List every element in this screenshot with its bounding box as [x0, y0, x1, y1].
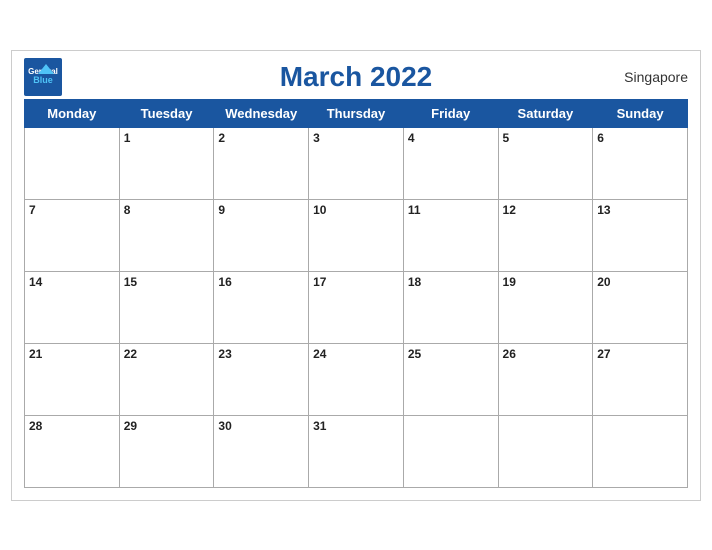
- day-number: 9: [218, 203, 225, 217]
- calendar-cell: 28: [25, 415, 120, 487]
- calendar-cell: 17: [309, 271, 404, 343]
- day-number: 29: [124, 419, 137, 433]
- calendar-cell: 6: [593, 127, 688, 199]
- day-number: 19: [503, 275, 516, 289]
- day-number: 17: [313, 275, 326, 289]
- calendar-cell: 1: [119, 127, 214, 199]
- day-number: 27: [597, 347, 610, 361]
- calendar-body: 1234567891011121314151617181920212223242…: [25, 127, 688, 487]
- calendar-cell: 7: [25, 199, 120, 271]
- calendar-cell: 20: [593, 271, 688, 343]
- day-number: 23: [218, 347, 231, 361]
- calendar-thead: Monday Tuesday Wednesday Thursday Friday…: [25, 99, 688, 127]
- day-number: 5: [503, 131, 510, 145]
- day-number: 21: [29, 347, 42, 361]
- day-number: 14: [29, 275, 42, 289]
- day-number: 12: [503, 203, 516, 217]
- col-saturday: Saturday: [498, 99, 593, 127]
- week-row-1: 7 8 9 10 11 12 13: [25, 199, 688, 271]
- header-row: Monday Tuesday Wednesday Thursday Friday…: [25, 99, 688, 127]
- day-number: 11: [408, 203, 421, 217]
- day-number: 31: [313, 419, 326, 433]
- calendar-cell: 9: [214, 199, 309, 271]
- calendar-cell: 29: [119, 415, 214, 487]
- col-sunday: Sunday: [593, 99, 688, 127]
- calendar-cell: [593, 415, 688, 487]
- calendar-cell: 24: [309, 343, 404, 415]
- col-friday: Friday: [403, 99, 498, 127]
- calendar-title: March 2022: [280, 61, 433, 93]
- calendar-cell: [403, 415, 498, 487]
- calendar-cell: 14: [25, 271, 120, 343]
- day-number: 15: [124, 275, 137, 289]
- logo-triangle-icon: [38, 64, 54, 74]
- week-row-2: 14 15 16 17 18 19 20: [25, 271, 688, 343]
- day-number: 16: [218, 275, 231, 289]
- calendar-cell: 13: [593, 199, 688, 271]
- day-number: 3: [313, 131, 320, 145]
- calendar-cell: [498, 415, 593, 487]
- day-number: 13: [597, 203, 610, 217]
- day-number: 1: [124, 131, 131, 145]
- week-row-4: 28 29 30 31: [25, 415, 688, 487]
- calendar-cell: 21: [25, 343, 120, 415]
- calendar-cell: 12: [498, 199, 593, 271]
- col-wednesday: Wednesday: [214, 99, 309, 127]
- calendar-cell: 25: [403, 343, 498, 415]
- day-number: 24: [313, 347, 326, 361]
- calendar-cell: 18: [403, 271, 498, 343]
- calendar-cell: [25, 127, 120, 199]
- calendar: General Blue March 2022 Singapore Monday…: [11, 50, 701, 501]
- calendar-cell: 31: [309, 415, 404, 487]
- day-number: 30: [218, 419, 231, 433]
- calendar-header: General Blue March 2022 Singapore: [24, 61, 688, 93]
- day-number: 4: [408, 131, 415, 145]
- calendar-cell: 8: [119, 199, 214, 271]
- calendar-cell: 23: [214, 343, 309, 415]
- logo: General Blue: [24, 58, 62, 96]
- logo-box: General Blue: [24, 58, 62, 96]
- calendar-cell: 27: [593, 343, 688, 415]
- day-number: 10: [313, 203, 326, 217]
- week-row-0: 1 2 3 4 5 6: [25, 127, 688, 199]
- calendar-cell: 10: [309, 199, 404, 271]
- day-number: 18: [408, 275, 421, 289]
- calendar-cell: 22: [119, 343, 214, 415]
- day-number: 6: [597, 131, 604, 145]
- calendar-cell: 5: [498, 127, 593, 199]
- day-number: 26: [503, 347, 516, 361]
- week-row-3: 21 22 23 24 25 26 27: [25, 343, 688, 415]
- calendar-cell: 30: [214, 415, 309, 487]
- calendar-cell: 4: [403, 127, 498, 199]
- col-tuesday: Tuesday: [119, 99, 214, 127]
- calendar-cell: 19: [498, 271, 593, 343]
- calendar-cell: 2: [214, 127, 309, 199]
- calendar-cell: 3: [309, 127, 404, 199]
- calendar-cell: 11: [403, 199, 498, 271]
- day-number: 7: [29, 203, 36, 217]
- calendar-table: Monday Tuesday Wednesday Thursday Friday…: [24, 99, 688, 488]
- day-number: 8: [124, 203, 131, 217]
- day-number: 25: [408, 347, 421, 361]
- calendar-cell: 15: [119, 271, 214, 343]
- day-number: 20: [597, 275, 610, 289]
- calendar-cell: 16: [214, 271, 309, 343]
- day-number: 2: [218, 131, 225, 145]
- region-label: Singapore: [624, 69, 688, 85]
- day-number: 22: [124, 347, 137, 361]
- col-monday: Monday: [25, 99, 120, 127]
- col-thursday: Thursday: [309, 99, 404, 127]
- logo-blue-text: Blue: [33, 76, 53, 85]
- day-number: 28: [29, 419, 42, 433]
- calendar-cell: 26: [498, 343, 593, 415]
